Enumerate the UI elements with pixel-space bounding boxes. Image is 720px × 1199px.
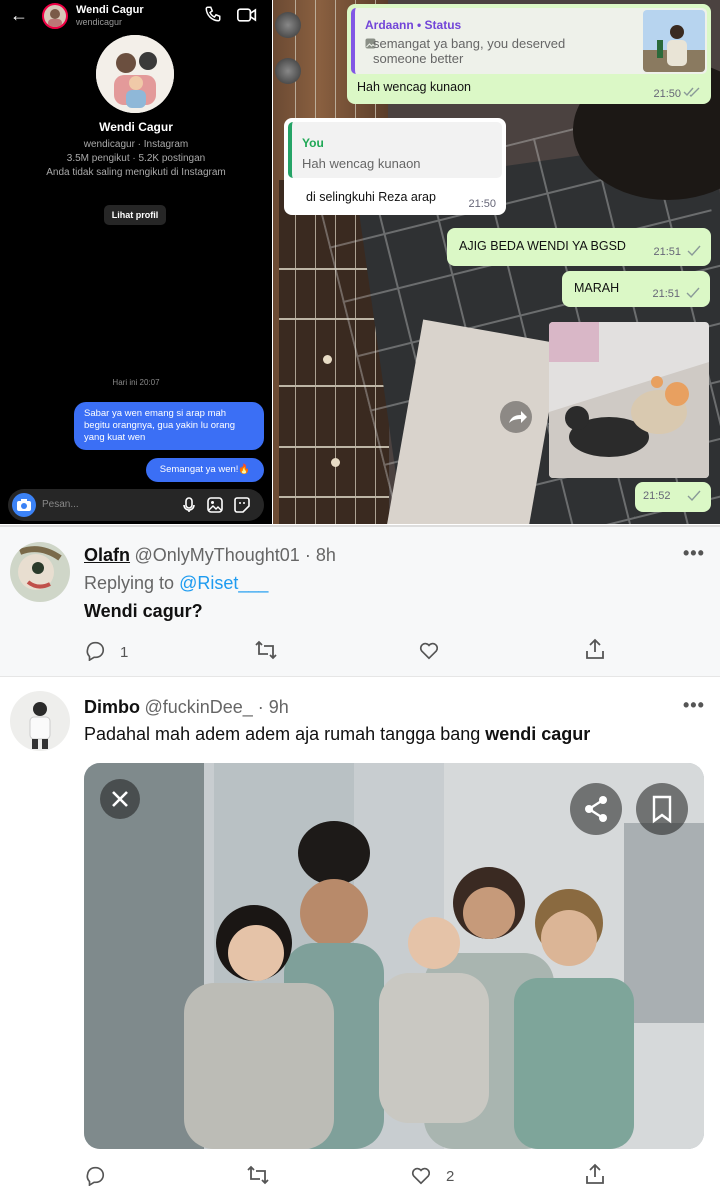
message-timestamp: Hari ini 20:07 bbox=[112, 378, 160, 387]
message-composer[interactable]: Pesan... bbox=[8, 489, 264, 521]
replying-line: Replying to @Riset___ bbox=[84, 573, 268, 594]
quote-author: You bbox=[302, 136, 324, 150]
message-text: di selingkuhi Reza arap bbox=[306, 190, 436, 204]
tweet-text: Padahal mah adem adem aja rumah tangga b… bbox=[84, 724, 590, 745]
message-input[interactable]: Pesan... bbox=[42, 499, 79, 510]
whatsapp-chat-panel: Ardaann • Status semangat ya bang, you d… bbox=[273, 0, 720, 524]
profile-avatar[interactable] bbox=[96, 35, 174, 113]
status-thumbnail[interactable] bbox=[643, 10, 705, 72]
check-icon bbox=[686, 287, 700, 302]
message-time: 21:50 bbox=[468, 198, 496, 210]
quoted-status[interactable]: Ardaann • Status semangat ya bang, you d… bbox=[351, 8, 707, 74]
video-call-icon[interactable] bbox=[237, 7, 257, 28]
author-name[interactable]: Dimbo bbox=[84, 697, 140, 717]
more-options-icon[interactable]: ••• bbox=[683, 543, 705, 564]
retweet-icon[interactable] bbox=[246, 1164, 270, 1191]
message-time: 21:52 bbox=[643, 490, 671, 502]
share-icon[interactable] bbox=[584, 637, 606, 666]
quote-author: Ardaann • Status bbox=[365, 18, 462, 32]
reply-count: 1 bbox=[120, 644, 129, 661]
author-handle[interactable]: @OnlyMyThought01 · 8h bbox=[134, 545, 335, 565]
profile-name: Wendi Cagur bbox=[99, 120, 173, 134]
sent-message[interactable]: Semangat ya wen!🔥 bbox=[146, 458, 264, 482]
author-handle[interactable]: @fuckinDee_ · 9h bbox=[144, 697, 288, 717]
sticker-icon[interactable] bbox=[234, 497, 250, 518]
tweet-photo[interactable] bbox=[84, 763, 704, 1149]
profile-follow-status: Anda tidak saling mengikuti di Instagram bbox=[46, 167, 226, 178]
double-check-icon bbox=[683, 86, 701, 101]
quote-text: Hah wencag kunaon bbox=[302, 156, 421, 171]
outgoing-message[interactable]: Ardaann • Status semangat ya bang, you d… bbox=[347, 4, 711, 104]
message-text: AJIG BEDA WENDI YA BGSD bbox=[459, 239, 626, 253]
profile-stats: 3.5M pengikut · 5.2K postingan bbox=[66, 153, 206, 164]
image-message[interactable] bbox=[549, 322, 709, 478]
microphone-icon[interactable] bbox=[182, 497, 196, 518]
author-name[interactable]: Olafn bbox=[84, 545, 130, 565]
header-handle: wendicagur bbox=[76, 17, 123, 27]
tweet[interactable]: Olafn @OnlyMyThought01 · 8h ••• Replying… bbox=[0, 527, 720, 677]
like-icon[interactable] bbox=[418, 639, 440, 666]
reply-icon[interactable] bbox=[84, 1164, 106, 1191]
more-options-icon[interactable]: ••• bbox=[683, 695, 705, 716]
instagram-dm-panel: ← Wendi Cagur wendicagur Wendi Cagur wen… bbox=[0, 0, 272, 524]
like-count: 2 bbox=[446, 1168, 455, 1185]
tweet-author-line: Olafn @OnlyMyThought01 · 8h bbox=[84, 545, 336, 566]
bookmark-icon[interactable] bbox=[636, 783, 688, 835]
tweet-text-plain: Padahal mah adem adem aja rumah tangga b… bbox=[84, 724, 486, 744]
close-icon[interactable] bbox=[100, 779, 140, 819]
phone-icon[interactable] bbox=[204, 5, 222, 28]
tweet-author-line: Dimbo @fuckinDee_ · 9h bbox=[84, 697, 289, 718]
avatar[interactable] bbox=[10, 542, 70, 602]
incoming-message[interactable]: You Hah wencag kunaon di selingkuhi Reza… bbox=[284, 118, 506, 215]
retweet-icon[interactable] bbox=[254, 639, 278, 666]
forward-icon[interactable] bbox=[500, 401, 532, 433]
quoted-message[interactable]: You Hah wencag kunaon bbox=[288, 122, 502, 178]
outgoing-message[interactable]: 21:52 bbox=[635, 482, 711, 512]
view-profile-button[interactable]: Lihat profil bbox=[104, 205, 166, 225]
replying-prefix: Replying to bbox=[84, 573, 180, 593]
tweet-text: Wendi cagur? bbox=[84, 601, 203, 621]
avatar[interactable] bbox=[10, 691, 70, 751]
message-text: Hah wencag kunaon bbox=[357, 80, 471, 94]
quote-text: semangat ya bang, you deserved someone b… bbox=[373, 36, 566, 66]
message-time: 21:50 bbox=[653, 88, 681, 100]
outgoing-message[interactable]: AJIG BEDA WENDI YA BGSD 21:51 bbox=[447, 228, 711, 266]
replying-to-link[interactable]: @Riset___ bbox=[179, 573, 268, 593]
back-arrow-icon[interactable]: ← bbox=[10, 5, 28, 26]
gallery-icon[interactable] bbox=[207, 497, 223, 518]
message-text: MARAH bbox=[574, 281, 620, 295]
reply-icon[interactable] bbox=[84, 639, 106, 666]
ig-header: ← Wendi Cagur wendicagur bbox=[0, 0, 272, 32]
check-icon bbox=[687, 245, 701, 260]
share-photo-icon[interactable] bbox=[570, 783, 622, 835]
outgoing-message[interactable]: MARAH 21:51 bbox=[562, 271, 710, 307]
share-icon[interactable] bbox=[584, 1162, 606, 1191]
header-name[interactable]: Wendi Cagur bbox=[76, 4, 144, 16]
header-avatar[interactable] bbox=[42, 3, 68, 29]
message-time: 21:51 bbox=[652, 288, 680, 300]
message-time: 21:51 bbox=[653, 246, 681, 258]
profile-handle-line: wendicagur · Instagram bbox=[83, 139, 189, 150]
tweet-text-bold: wendi cagur bbox=[485, 724, 591, 744]
like-icon[interactable] bbox=[410, 1164, 432, 1191]
camera-icon[interactable] bbox=[12, 493, 36, 517]
sent-message[interactable]: Sabar ya wen emang si arap mah begitu or… bbox=[74, 402, 264, 450]
check-icon bbox=[687, 490, 701, 505]
twitter-thread: Olafn @OnlyMyThought01 · 8h ••• Replying… bbox=[0, 525, 720, 1197]
